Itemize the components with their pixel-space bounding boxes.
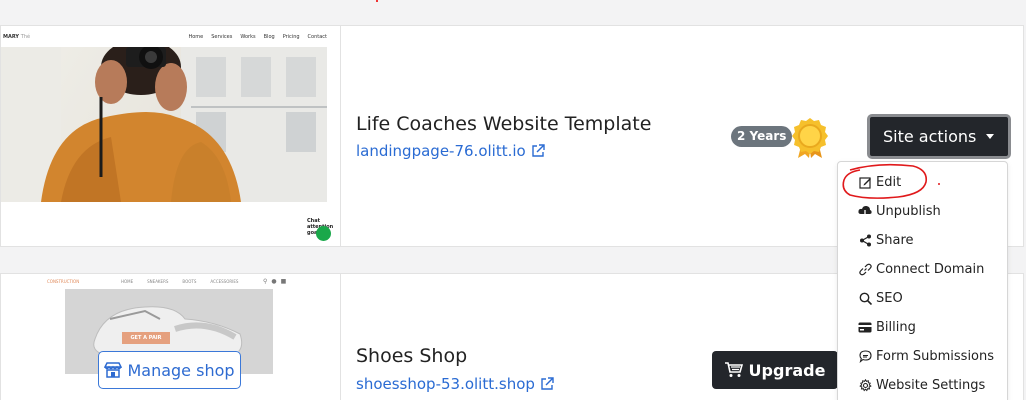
upgrade-label: Upgrade (748, 360, 826, 380)
search-icon (858, 292, 872, 306)
site-url-link[interactable]: shoesshop-53.olitt.shop (356, 375, 554, 393)
preview-nav-link: Pricing (282, 34, 300, 40)
upgrade-button[interactable]: Upgrade (712, 351, 838, 389)
preview-nav-links: Home Services Works Blog Pricing Contact (188, 34, 327, 40)
menu-item-connect-domain[interactable]: Connect Domain (858, 262, 984, 277)
manage-shop-label: Manage shop (127, 360, 235, 380)
site-title: Life Coaches Website Template (356, 113, 652, 135)
menu-item-share[interactable]: Share (858, 233, 914, 248)
preview-nav-link: Services (211, 34, 233, 40)
share-icon (858, 234, 872, 248)
preview-nav-link: Home (188, 34, 204, 40)
site-actions-button[interactable]: Site actions (867, 114, 1011, 159)
menu-item-label: Website Settings (876, 378, 986, 393)
card-divider (340, 274, 341, 400)
preview-nav-links: HOME SNEAKERS BOOTS ACCESSORIES (121, 279, 238, 284)
preview-navbar: CONSTRUCTION HOME SNEAKERS BOOTS ACCESSO… (1, 278, 331, 288)
menu-item-label: Form Submissions (876, 349, 995, 364)
store-icon (104, 362, 123, 378)
preview-nav-link: Blog (263, 34, 275, 40)
preview-nav-link: HOME (121, 279, 134, 284)
menu-item-seo[interactable]: SEO (858, 291, 903, 306)
user-icon: ● (271, 278, 277, 285)
preview-nav-link: ACCESSORIES (210, 279, 239, 284)
site-actions-label: Site actions (883, 127, 977, 146)
manage-shop-button[interactable]: Manage shop (98, 351, 241, 389)
preview-nav-link: SNEAKERS (147, 279, 169, 284)
annotation-circle (842, 163, 940, 199)
preview-chat-button (316, 226, 331, 241)
bag-icon: ■ (280, 278, 287, 285)
site-age-badge: 2 Years (731, 126, 793, 147)
external-link-icon (541, 377, 554, 390)
menu-item-label: Share (876, 233, 914, 248)
preview-cta-button: GET A PAIR (122, 332, 170, 344)
preview-nav-link: Contact (307, 34, 327, 40)
menu-item-form-submissions[interactable]: Form Submissions (858, 349, 994, 364)
site-url-text[interactable]: landingpage-76.olitt.io (356, 142, 526, 160)
chat-icon (858, 350, 872, 364)
annotation-dot (376, 0, 378, 2)
menu-item-website-settings[interactable]: Website Settings (858, 378, 985, 393)
card-divider (340, 26, 341, 246)
site-url-link[interactable]: landingpage-76.olitt.io (356, 142, 545, 160)
preview-logo: CONSTRUCTION (47, 279, 80, 284)
cart-icon (724, 362, 743, 377)
link-icon (858, 263, 872, 277)
external-link-icon (532, 144, 545, 157)
credit-card-icon (858, 321, 872, 335)
preview-hero-image (1, 47, 327, 202)
preview-navbar: MARY Thé Home Services Works Blog Pricin… (1, 32, 331, 46)
menu-item-label: Billing (876, 320, 916, 335)
preview-nav-link: BOOTS (182, 279, 197, 284)
preview-nav-link: Works (240, 34, 256, 40)
gear-icon (858, 379, 872, 393)
search-icon: ⚲ (263, 278, 268, 285)
site-url-text[interactable]: shoesshop-53.olitt.shop (356, 375, 535, 393)
caret-down-icon (986, 134, 994, 139)
site-preview-thumbnail[interactable]: MARY Thé Home Services Works Blog Pricin… (1, 26, 340, 248)
menu-item-billing[interactable]: Billing (858, 320, 916, 335)
menu-item-label: SEO (876, 291, 903, 306)
preview-nav-icons: ⚲ ● ■ (263, 278, 286, 285)
preview-logo: MARY Thé (3, 34, 31, 40)
site-title: Shoes Shop (356, 345, 468, 367)
menu-item-label: Connect Domain (876, 262, 985, 277)
award-medal-icon (792, 116, 828, 162)
site-preview-thumbnail[interactable]: CONSTRUCTION HOME SNEAKERS BOOTS ACCESSO… (1, 274, 340, 400)
